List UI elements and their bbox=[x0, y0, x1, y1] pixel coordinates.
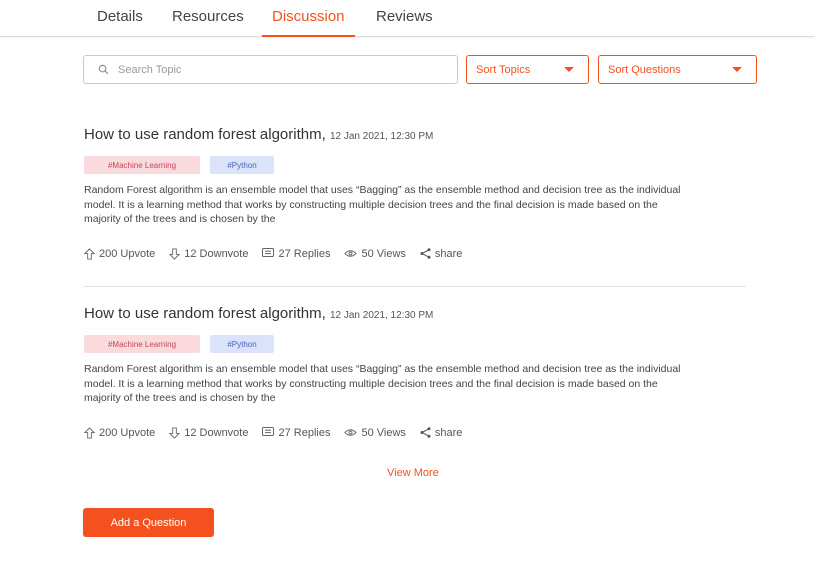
upvote-button[interactable]: 200 Upvote bbox=[84, 427, 155, 439]
eye-icon bbox=[344, 429, 358, 436]
caret-down-icon bbox=[732, 67, 742, 72]
share-icon bbox=[420, 248, 431, 259]
tag-machine-learning[interactable]: #Machine Learning bbox=[84, 335, 200, 353]
tag-python[interactable]: #Python bbox=[210, 335, 274, 353]
discussion-post: How to use random forest algorithm, 12 J… bbox=[84, 305, 746, 440]
sort-questions-select[interactable]: Sort Questions bbox=[598, 55, 757, 84]
post-title[interactable]: How to use random forest algorithm, bbox=[84, 305, 326, 322]
caret-down-icon bbox=[564, 67, 574, 72]
share-label: share bbox=[434, 247, 463, 260]
tag-list: #Machine Learning #Python bbox=[84, 156, 746, 174]
tab-resources[interactable]: Resources bbox=[172, 8, 244, 35]
search-icon bbox=[98, 63, 112, 77]
upvote-count: 200 Upvote bbox=[99, 426, 156, 439]
eye-icon bbox=[344, 250, 358, 257]
post-date: 12 Jan 2021, 12:30 PM bbox=[329, 131, 434, 142]
post-title[interactable]: How to use random forest algorithm, bbox=[84, 126, 326, 143]
arrow-up-icon bbox=[84, 426, 95, 438]
view-more-link[interactable]: View More bbox=[387, 467, 439, 479]
downvote-button[interactable]: 12 Downvote bbox=[169, 427, 248, 439]
share-button[interactable]: share bbox=[420, 426, 463, 439]
share-label: share bbox=[434, 426, 463, 439]
sort-questions-label: Sort Questions bbox=[608, 63, 681, 76]
downvote-button[interactable]: 12 Downvote bbox=[169, 248, 248, 260]
add-question-button[interactable]: Add a Question bbox=[83, 508, 214, 537]
downvote-count: 12 Downvote bbox=[184, 426, 249, 439]
tag-list: #Machine Learning #Python bbox=[84, 335, 746, 353]
upvote-button[interactable]: 200 Upvote bbox=[84, 248, 155, 260]
downvote-count: 12 Downvote bbox=[184, 247, 249, 260]
comment-icon bbox=[262, 248, 275, 257]
replies-count: 27 Replies bbox=[278, 247, 331, 260]
post-date: 12 Jan 2021, 12:30 PM bbox=[329, 310, 434, 321]
tag-python[interactable]: #Python bbox=[210, 156, 274, 174]
upvote-count: 200 Upvote bbox=[99, 247, 156, 260]
post-body: Random Forest algorithm is an ensemble m… bbox=[84, 363, 681, 404]
search-box bbox=[83, 55, 458, 84]
post-divider bbox=[84, 286, 746, 287]
replies-button[interactable]: 27 Replies bbox=[262, 427, 330, 439]
tag-machine-learning[interactable]: #Machine Learning bbox=[84, 156, 200, 174]
arrow-down-icon bbox=[169, 248, 181, 260]
sort-topics-label: Sort Topics bbox=[476, 63, 531, 76]
comment-icon bbox=[262, 427, 275, 436]
discussion-post: How to use random forest algorithm, 12 J… bbox=[84, 126, 746, 261]
views-count: 50 Views bbox=[361, 247, 406, 260]
arrow-up-icon bbox=[84, 247, 95, 259]
views-stat: 50 Views bbox=[344, 426, 406, 439]
tab-bar: Details Resources Discussion Reviews bbox=[0, 0, 815, 37]
views-stat: 50 Views bbox=[344, 247, 406, 260]
tab-details[interactable]: Details bbox=[97, 8, 143, 35]
views-count: 50 Views bbox=[361, 426, 406, 439]
tab-discussion[interactable]: Discussion bbox=[262, 8, 355, 37]
post-title-line: How to use random forest algorithm, 12 J… bbox=[84, 305, 746, 325]
replies-count: 27 Replies bbox=[278, 426, 331, 439]
share-icon bbox=[420, 427, 431, 438]
post-stats: 200 Upvote 12 Downvote 27 Replies 50 Vie… bbox=[84, 247, 746, 261]
sort-topics-select[interactable]: Sort Topics bbox=[466, 55, 589, 84]
post-stats: 200 Upvote 12 Downvote 27 Replies 50 Vie… bbox=[84, 426, 746, 440]
post-body: Random Forest algorithm is an ensemble m… bbox=[84, 184, 681, 225]
arrow-down-icon bbox=[169, 427, 181, 439]
share-button[interactable]: share bbox=[420, 247, 463, 260]
tab-reviews[interactable]: Reviews bbox=[376, 8, 433, 35]
search-input[interactable] bbox=[118, 63, 438, 76]
replies-button[interactable]: 27 Replies bbox=[262, 248, 330, 260]
post-title-line: How to use random forest algorithm, 12 J… bbox=[84, 126, 746, 146]
